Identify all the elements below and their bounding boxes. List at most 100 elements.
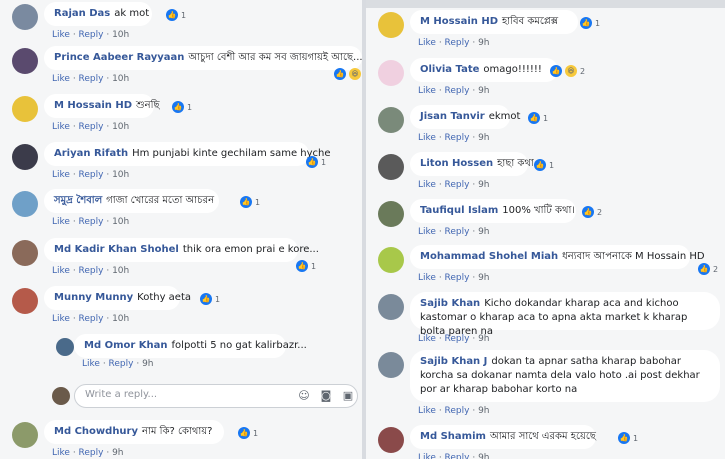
reaction-count[interactable]: 👍 1 [580,17,600,29]
like-link[interactable]: Like [52,266,70,276]
reply-link[interactable]: Reply [445,180,470,190]
commenter-name-link[interactable]: Rajan Das [54,8,110,19]
like-link[interactable]: Like [52,217,70,227]
reaction-count[interactable]: 👍 1 [238,427,258,439]
avatar[interactable] [378,201,404,227]
timestamp: 9h [478,453,490,459]
avatar[interactable] [12,191,38,217]
commenter-name-link[interactable]: Ariyan Rifath [54,148,128,159]
reply-link[interactable]: Reply [79,170,104,180]
like-link[interactable]: Like [82,359,100,369]
avatar[interactable] [12,288,38,314]
commenter-name-link[interactable]: Jisan Tanvir [420,111,485,122]
reply-link[interactable]: Reply [445,406,470,416]
reaction-count[interactable]: 👍 2 [582,206,602,218]
comment-text: নাম কি? কোথায়? [142,426,213,437]
like-link[interactable]: Like [418,273,436,283]
commenter-name-link[interactable]: Sajib Khan [420,298,480,309]
reply-link[interactable]: Reply [79,30,104,40]
commenter-name-link[interactable]: Md Chowdhury [54,426,138,437]
reply-link[interactable]: Reply [445,273,470,283]
reply-link[interactable]: Reply [79,217,104,227]
reaction-count[interactable]: 👍 1 [240,196,260,208]
reply-link[interactable]: Reply [445,227,470,237]
reply-link[interactable]: Reply [445,133,470,143]
reply-link[interactable]: Reply [445,38,470,48]
reply-input[interactable]: Write a reply... ☺ ◙ ▣ [74,384,358,408]
commenter-name-link[interactable]: Munny Munny [54,292,133,303]
commenter-name-link[interactable]: Olivia Tate [420,64,479,75]
avatar[interactable] [378,12,404,38]
reaction-count[interactable]: 👍 😆 2 [550,65,585,77]
reply-link[interactable]: Reply [79,448,104,458]
commenter-name-link[interactable]: Mohammad Shohel Miah [420,251,558,262]
reply-link[interactable]: Reply [79,266,104,276]
avatar[interactable] [12,48,38,74]
avatar[interactable] [12,4,38,30]
commenter-name-link[interactable]: Taufiqul Islam [420,205,498,216]
avatar[interactable] [378,294,404,320]
like-link[interactable]: Like [52,170,70,180]
avatar[interactable] [12,422,38,448]
camera-icon[interactable]: ◙ [319,389,333,403]
comment-bubble: Sajib Khan Kicho dokandar kharap aca and … [410,292,720,337]
like-link[interactable]: Like [418,86,436,96]
emoji-icon[interactable]: ☺ [297,389,311,403]
avatar[interactable] [12,240,38,266]
commenter-name-link[interactable]: Prince Aabeer Rayyaan [54,52,184,63]
avatar[interactable] [378,352,404,378]
commenter-name-link[interactable]: Md Kadir Khan Shohel [54,244,179,255]
like-link[interactable]: Like [418,227,436,237]
separator: · [103,30,113,40]
like-link[interactable]: Like [418,334,436,344]
avatar[interactable] [378,427,404,453]
reply-link[interactable]: Reply [79,74,104,84]
commenter-name-link[interactable]: Liton Hossen [420,158,493,169]
gif-icon[interactable]: ▣ [341,389,355,403]
avatar[interactable] [378,107,404,133]
reaction-count[interactable]: 👍 1 [296,260,316,272]
reply-link[interactable]: Reply [445,86,470,96]
avatar[interactable] [56,338,74,356]
reply-link[interactable]: Reply [79,314,104,324]
reaction-count[interactable]: 👍😆3 [334,68,362,80]
separator: · [103,74,113,84]
reaction-count[interactable]: 👍 1 [200,293,220,305]
like-link[interactable]: Like [418,38,436,48]
reply-link[interactable]: Reply [79,122,104,132]
commenter-name-link[interactable]: M Hossain HD [54,100,132,111]
like-link[interactable]: Like [418,180,436,190]
avatar[interactable] [12,96,38,122]
timestamp: 9h [478,180,490,190]
like-link[interactable]: Like [52,30,70,40]
like-link[interactable]: Like [418,133,436,143]
reply-link[interactable]: Reply [109,359,134,369]
commenter-name-link[interactable]: Md Shamim [420,431,486,442]
reaction-count[interactable]: 👍 1 [172,101,192,113]
like-link[interactable]: Like [52,448,70,458]
comment-bubble: Ariyan Rifath Hm punjabi kinte gechilam s… [44,142,331,166]
reply-link[interactable]: Reply [445,334,470,344]
reaction-count[interactable]: 👍 2 [698,263,718,275]
reaction-count[interactable]: 👍 1 [528,112,548,124]
avatar[interactable] [378,154,404,180]
commenter-name-link[interactable]: Sajib Khan J [420,356,487,367]
reply-link[interactable]: Reply [445,453,470,459]
like-link[interactable]: Like [418,406,436,416]
commenter-name-link[interactable]: সমুদ্র শৈবাল [54,195,102,206]
avatar[interactable] [378,247,404,273]
reaction-count[interactable]: 👍 1 [618,432,638,444]
commenter-name-link[interactable]: Md Omor Khan [84,340,168,351]
like-link[interactable]: Like [418,453,436,459]
reaction-count[interactable]: 👍 1 [166,9,186,21]
like-link[interactable]: Like [52,74,70,84]
like-link[interactable]: Like [52,314,70,324]
avatar[interactable] [378,60,404,86]
reaction-count[interactable]: 👍 1 [306,156,326,168]
reaction-number: 1 [549,160,555,170]
comments-panel-right: M Hossain HD হাবিব কমপ্লেক্স 👍 1 Like · Repl… [366,0,725,459]
reaction-count[interactable]: 👍 1 [534,159,554,171]
like-link[interactable]: Like [52,122,70,132]
avatar[interactable] [12,144,38,170]
commenter-name-link[interactable]: M Hossain HD [420,16,498,27]
